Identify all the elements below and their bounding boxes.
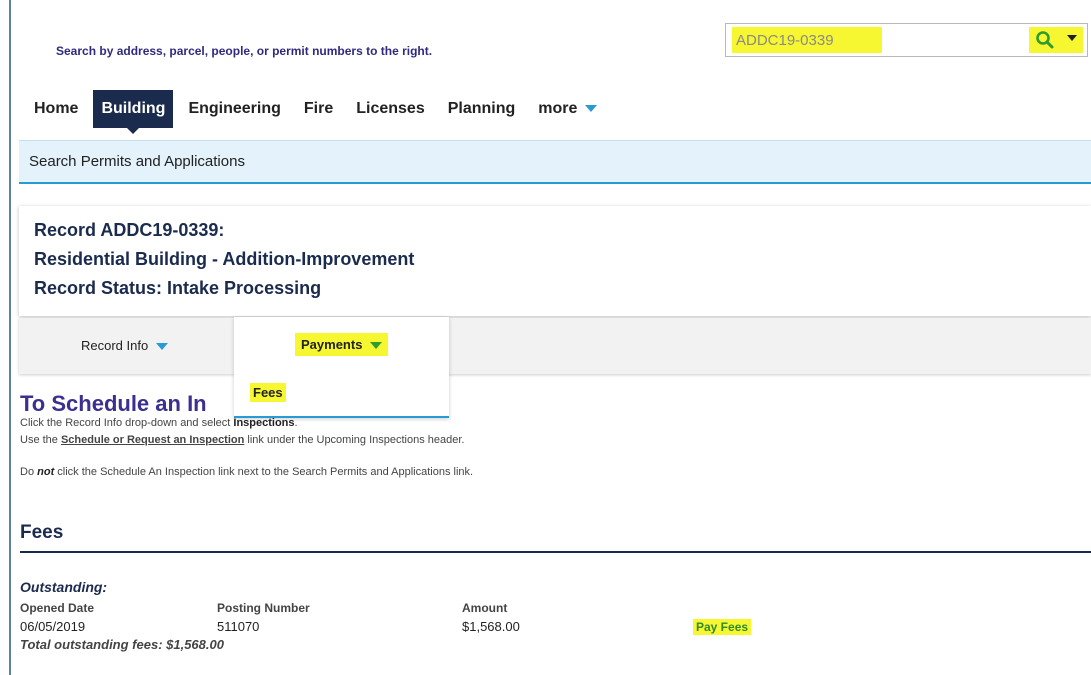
chevron-down-icon: [1067, 35, 1077, 41]
fee-amount: $1,568.00: [462, 619, 520, 634]
divider: [20, 551, 1091, 553]
inspections-term: Inspections: [233, 417, 295, 429]
nav-engineering[interactable]: Engineering: [180, 90, 288, 128]
chevron-down-icon: [585, 105, 598, 113]
instruction-text: Click the Record Info drop-down and sele…: [20, 417, 234, 429]
tab-payments[interactable]: Payments: [295, 333, 389, 356]
search-icon: [1036, 31, 1054, 49]
nav-fire[interactable]: Fire: [296, 90, 341, 128]
pay-fees-link[interactable]: Pay Fees: [693, 619, 752, 635]
nav-more[interactable]: more: [530, 90, 605, 128]
payments-dropdown: Payments Fees: [234, 317, 449, 418]
schedule-inspection-link[interactable]: Schedule or Request an Inspection: [61, 434, 244, 446]
fee-opened-date: 06/05/2019: [20, 619, 86, 634]
instruction-text: link under the Upcoming Inspections head…: [244, 434, 465, 446]
search-input[interactable]: [732, 27, 882, 53]
nav-planning[interactable]: Planning: [440, 90, 524, 128]
search-button[interactable]: [1029, 27, 1083, 53]
instruction-line-1: Click the Record Info drop-down and sele…: [20, 417, 298, 429]
tab-record-info[interactable]: Record Info: [81, 338, 169, 353]
schedule-title: To Schedule an In: [20, 391, 207, 416]
record-tabs: Record Info: [19, 318, 1091, 374]
window-border: [9, 0, 11, 675]
instruction-text: Use the: [20, 434, 61, 446]
nav-home[interactable]: Home: [26, 90, 86, 128]
menu-item-fees[interactable]: Fees: [250, 383, 286, 402]
chevron-down-icon: [370, 342, 383, 350]
main-nav: Home Building Engineering Fire Licenses …: [19, 90, 612, 134]
record-header: Record ADDC19-0339: Residential Building…: [19, 206, 1091, 316]
record-type: Residential Building - Addition-Improvem…: [34, 249, 415, 269]
tab-record-info-label: Record Info: [81, 338, 149, 353]
fees-heading: Fees: [20, 522, 64, 543]
record-status: Record Status: Intake Processing: [34, 278, 322, 298]
nav-more-label: more: [538, 100, 578, 117]
instruction-line-2: Use the Schedule or Request an Inspectio…: [20, 434, 464, 446]
instruction-text: .: [294, 417, 298, 429]
nav-building[interactable]: Building: [93, 90, 174, 134]
instruction-text: Do: [20, 466, 38, 478]
instruction-line-3: Do not click the Schedule An Inspection …: [20, 466, 473, 478]
global-search: [725, 23, 1088, 57]
sub-nav: Search Permits and Applications: [19, 140, 1091, 184]
search-hint: Search by address, parcel, people, or pe…: [56, 44, 433, 58]
nav-licenses[interactable]: Licenses: [348, 90, 432, 128]
column-header-opened-date: Opened Date: [20, 601, 95, 615]
chevron-down-icon: [156, 343, 169, 351]
total-outstanding: Total outstanding fees: $1,568.00: [20, 637, 224, 652]
column-header-amount: Amount: [462, 601, 508, 615]
search-permits-link[interactable]: Search Permits and Applications: [29, 153, 245, 170]
outstanding-label: Outstanding:: [20, 579, 108, 595]
fee-posting-number: 511070: [217, 619, 260, 634]
instruction-text: click the Schedule An Inspection link ne…: [54, 466, 474, 478]
record-id: Record ADDC19-0339:: [34, 220, 225, 240]
tab-payments-label: Payments: [301, 337, 363, 352]
column-header-posting-number: Posting Number: [217, 601, 310, 615]
emphasis-not: not: [37, 466, 55, 478]
